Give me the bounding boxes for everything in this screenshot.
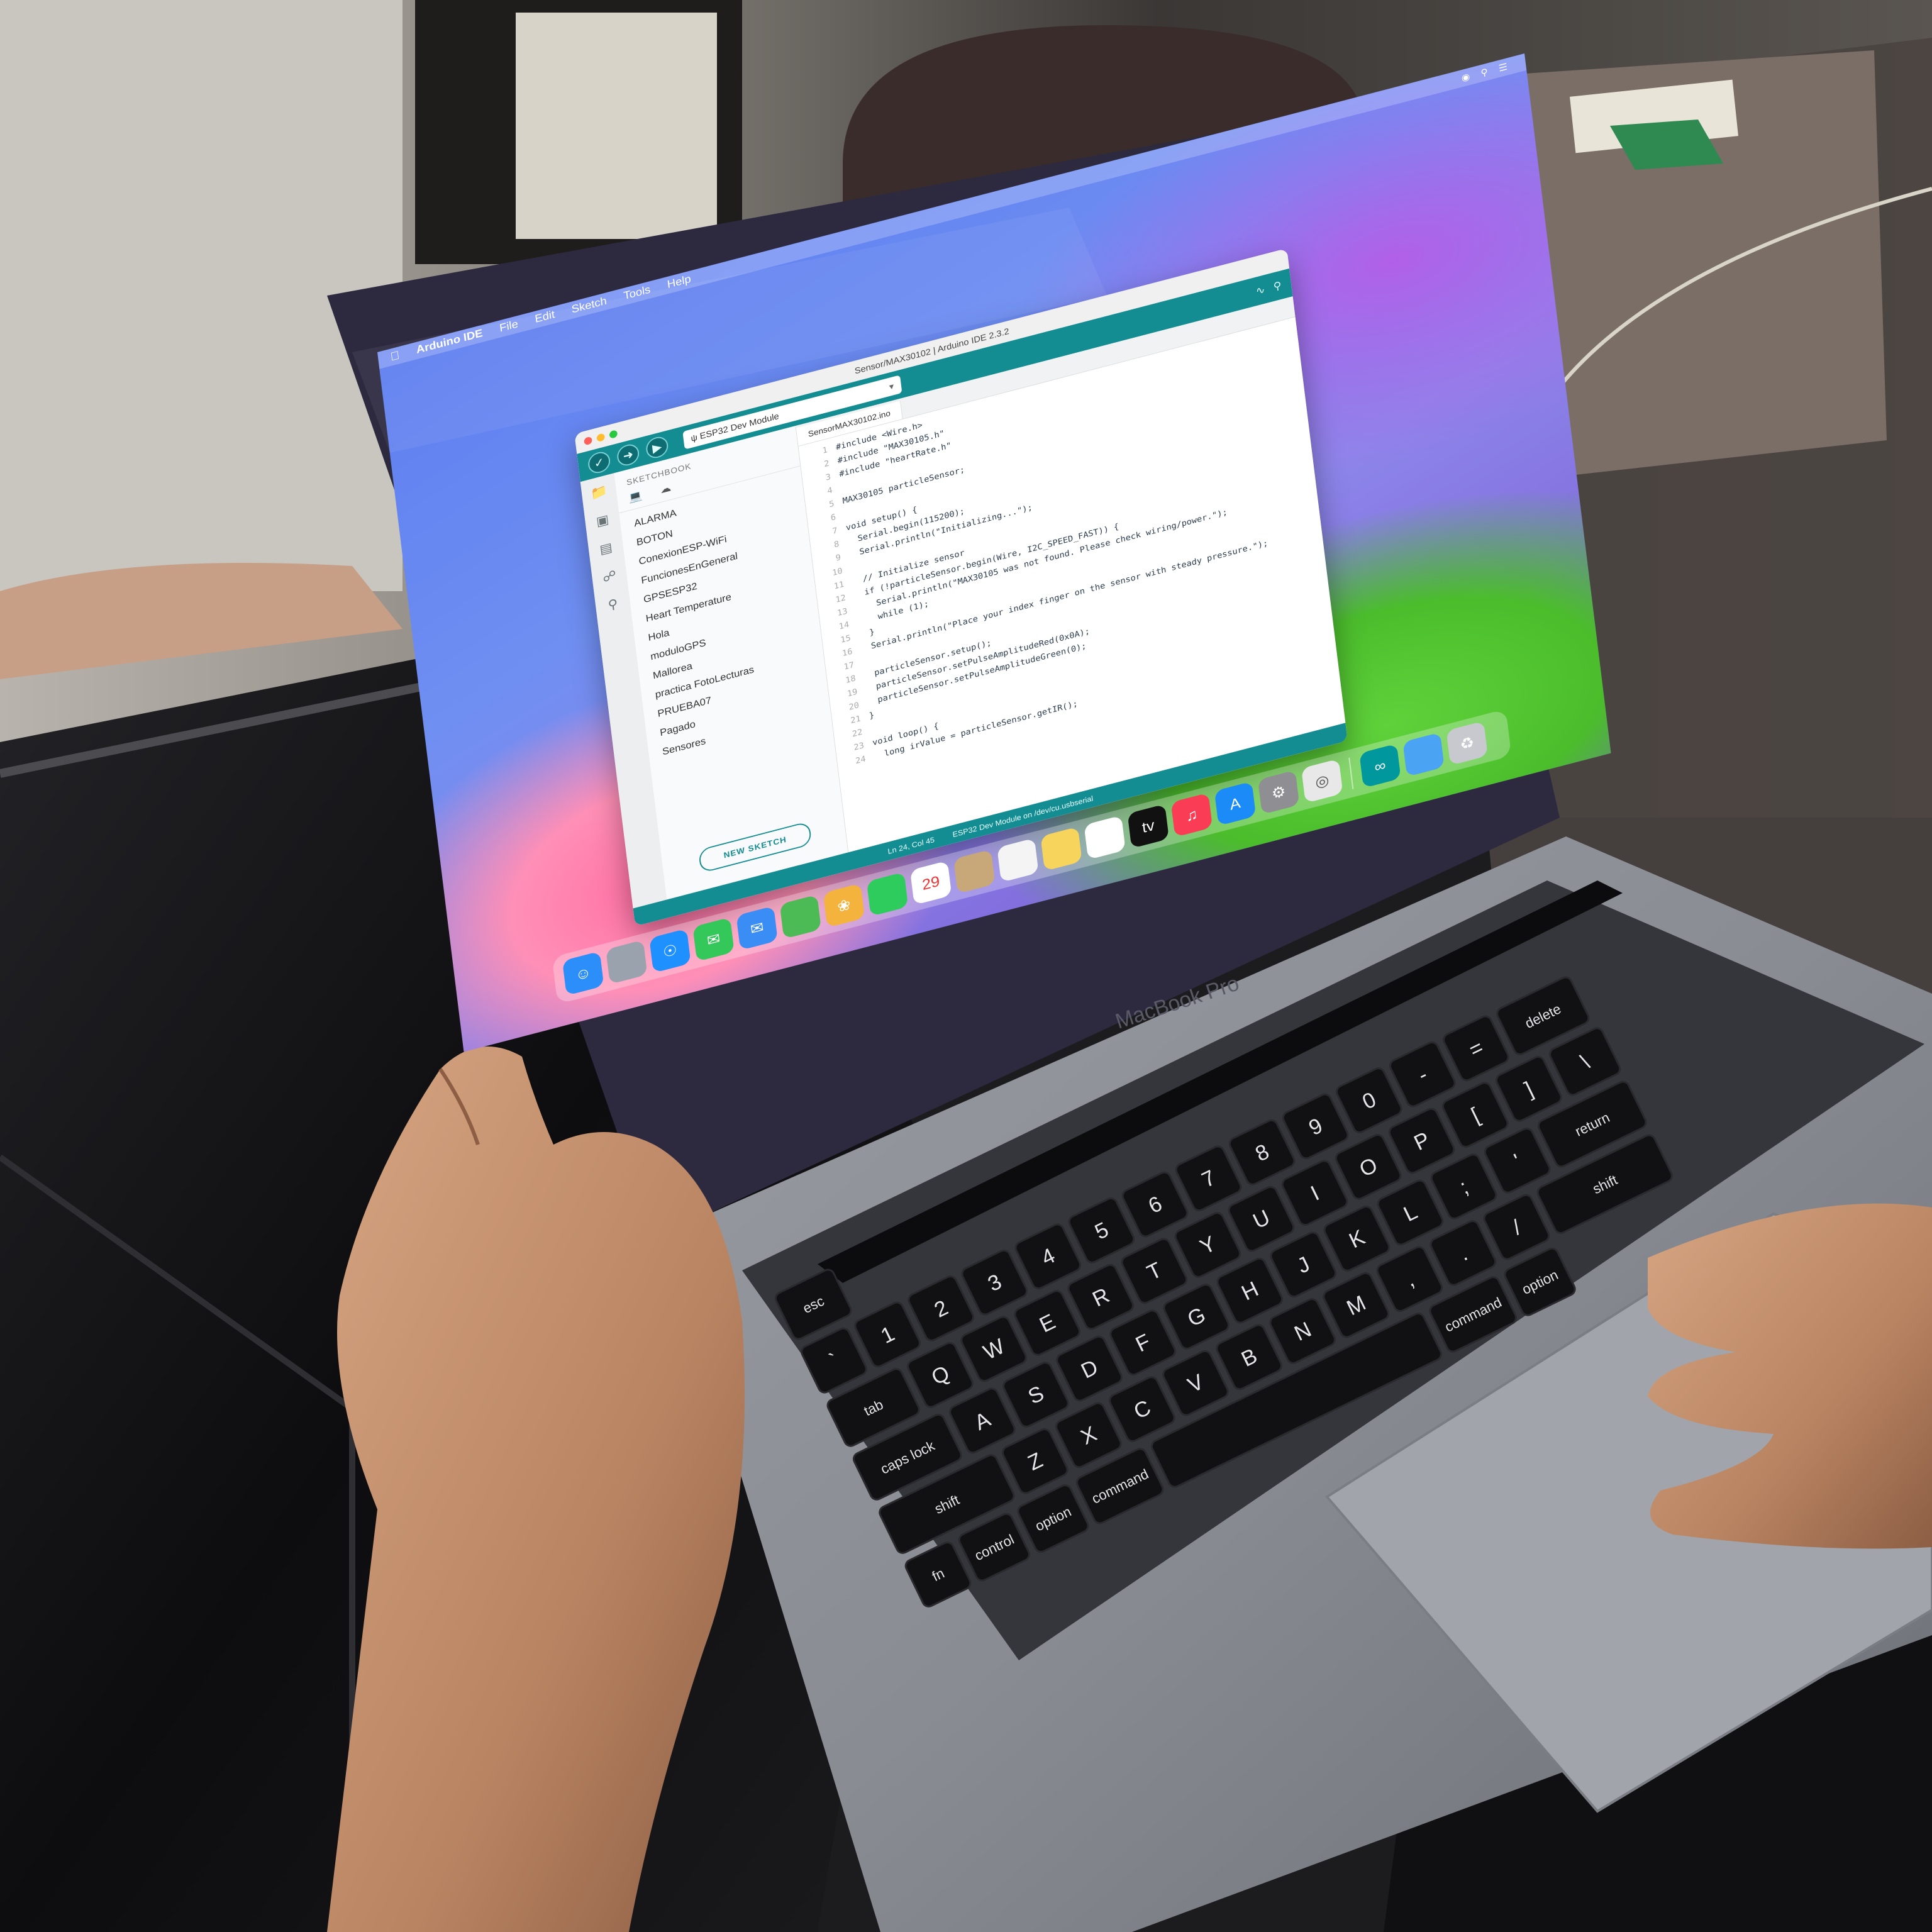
key[interactable]: U: [1227, 1185, 1296, 1253]
key[interactable]: P: [1387, 1107, 1456, 1175]
key[interactable]: 6: [1121, 1170, 1189, 1238]
sketch-list: ALARMA BOTON ConexionESP-WiFi FuncionesEnGe…: [619, 466, 831, 765]
key[interactable]: K: [1323, 1204, 1391, 1272]
key[interactable]: 7: [1174, 1144, 1243, 1212]
freeform-icon[interactable]: [1084, 815, 1126, 860]
search-icon[interactable]: ⚲: [1480, 66, 1489, 79]
wifi-icon[interactable]: ◉: [1461, 70, 1471, 84]
menu-help[interactable]: Help: [667, 273, 692, 291]
key[interactable]: Z: [1001, 1427, 1069, 1495]
menu-tools[interactable]: Tools: [623, 284, 651, 303]
key[interactable]: F: [1108, 1309, 1177, 1377]
key[interactable]: E: [1013, 1289, 1081, 1357]
serial-plotter-icon[interactable]: ∿: [1255, 283, 1266, 297]
key[interactable]: .: [1429, 1219, 1497, 1287]
key[interactable]: ]: [1494, 1055, 1563, 1123]
key[interactable]: `: [799, 1326, 868, 1394]
search-panel-icon[interactable]: ⚲: [607, 596, 618, 613]
key[interactable]: R: [1067, 1263, 1135, 1331]
key[interactable]: 4: [1014, 1223, 1082, 1291]
key[interactable]: X: [1054, 1401, 1123, 1469]
maps-icon[interactable]: [779, 894, 821, 940]
key[interactable]: V: [1161, 1349, 1230, 1417]
arrow-right-icon: ➜: [622, 448, 635, 463]
trash-icon[interactable]: ♻: [1446, 721, 1488, 766]
key[interactable]: M: [1322, 1271, 1391, 1339]
key[interactable]: A: [948, 1387, 1016, 1455]
key[interactable]: D: [1055, 1335, 1123, 1402]
dock-separator: [1348, 757, 1354, 789]
messages-icon[interactable]: ✉: [692, 917, 735, 962]
finder-icon[interactable]: ☺: [562, 951, 604, 996]
key[interactable]: B: [1214, 1323, 1283, 1391]
key[interactable]: =: [1441, 1014, 1510, 1082]
tv-icon[interactable]: tv: [1127, 804, 1169, 849]
check-icon: ✓: [593, 455, 605, 470]
key[interactable]: H: [1216, 1257, 1284, 1324]
key[interactable]: L: [1376, 1179, 1445, 1246]
chrome-icon[interactable]: ◎: [1301, 758, 1343, 804]
contacts-icon[interactable]: [953, 849, 996, 894]
downloads-icon[interactable]: [1402, 732, 1445, 777]
menu-edit[interactable]: Edit: [534, 309, 555, 326]
key[interactable]: 9: [1281, 1092, 1350, 1160]
settings-icon[interactable]: ⚙: [1257, 770, 1300, 815]
control-center-icon[interactable]: ☰: [1498, 61, 1508, 74]
debug-button[interactable]: ▶: [645, 434, 670, 461]
key[interactable]: C: [1108, 1375, 1176, 1443]
app-store-icon[interactable]: A: [1214, 781, 1257, 826]
key[interactable]: 5: [1067, 1196, 1136, 1264]
toolbar-right: ∿ ⚲: [1255, 279, 1282, 297]
boards-manager-icon[interactable]: ▣: [596, 512, 610, 530]
facetime-icon[interactable]: [866, 872, 909, 917]
key[interactable]: Q: [906, 1341, 974, 1409]
folder-icon[interactable]: 📁: [590, 483, 608, 502]
cloud-sketchbook-icon[interactable]: ☁: [660, 482, 672, 496]
debug-panel-icon[interactable]: ☍: [602, 567, 617, 586]
calendar-icon[interactable]: 29: [909, 860, 952, 906]
arduino-icon[interactable]: ∞: [1359, 743, 1401, 789]
key[interactable]: /: [1482, 1193, 1551, 1261]
chevron-down-icon: ▾: [889, 381, 895, 392]
photo-scene: esc ` 1 2 3 4 5 6 7 8 9 0- = delete tab Q W E R T Y U I O P[] \ ca…: [0, 0, 1932, 1932]
key[interactable]: 0: [1335, 1066, 1403, 1134]
safari-icon[interactable]: ☉: [649, 928, 691, 974]
key[interactable]: Y: [1174, 1211, 1242, 1279]
key[interactable]: ;: [1430, 1152, 1498, 1220]
key[interactable]: W: [959, 1315, 1028, 1383]
key[interactable]: -: [1388, 1040, 1457, 1108]
library-manager-icon[interactable]: ▤: [599, 540, 613, 557]
upload-button[interactable]: ➜: [616, 441, 640, 469]
key[interactable]: I: [1280, 1159, 1349, 1227]
local-sketchbook-icon[interactable]: 💻: [628, 489, 643, 504]
key[interactable]: [: [1441, 1080, 1509, 1148]
launchpad-icon[interactable]: [606, 940, 648, 985]
line-text: }: [869, 710, 875, 721]
key[interactable]: G: [1162, 1282, 1230, 1350]
key[interactable]: T: [1120, 1237, 1189, 1305]
key[interactable]: fn: [904, 1540, 972, 1608]
debug-icon: ▶: [652, 440, 663, 455]
key[interactable]: S: [1001, 1360, 1070, 1428]
key[interactable]: O: [1334, 1133, 1402, 1201]
menu-file[interactable]: File: [499, 318, 519, 335]
photos-icon[interactable]: ❀: [823, 883, 865, 928]
apple-icon[interactable]: : [390, 348, 401, 364]
key[interactable]: N: [1268, 1297, 1336, 1365]
key[interactable]: J: [1269, 1231, 1338, 1299]
verify-button[interactable]: ✓: [587, 449, 611, 476]
key[interactable]: 3: [960, 1248, 1029, 1316]
reminders-icon[interactable]: [997, 838, 1039, 883]
key[interactable]: 2: [907, 1274, 975, 1342]
key[interactable]: 8: [1228, 1118, 1296, 1186]
mail-icon[interactable]: ✉: [736, 906, 778, 951]
music-icon[interactable]: ♫: [1170, 792, 1213, 838]
key[interactable]: ,: [1375, 1245, 1444, 1313]
key[interactable]: ': [1483, 1126, 1552, 1194]
notes-icon[interactable]: [1040, 826, 1082, 872]
key[interactable]: 1: [853, 1301, 921, 1368]
serial-monitor-icon[interactable]: ⚲: [1273, 279, 1282, 293]
